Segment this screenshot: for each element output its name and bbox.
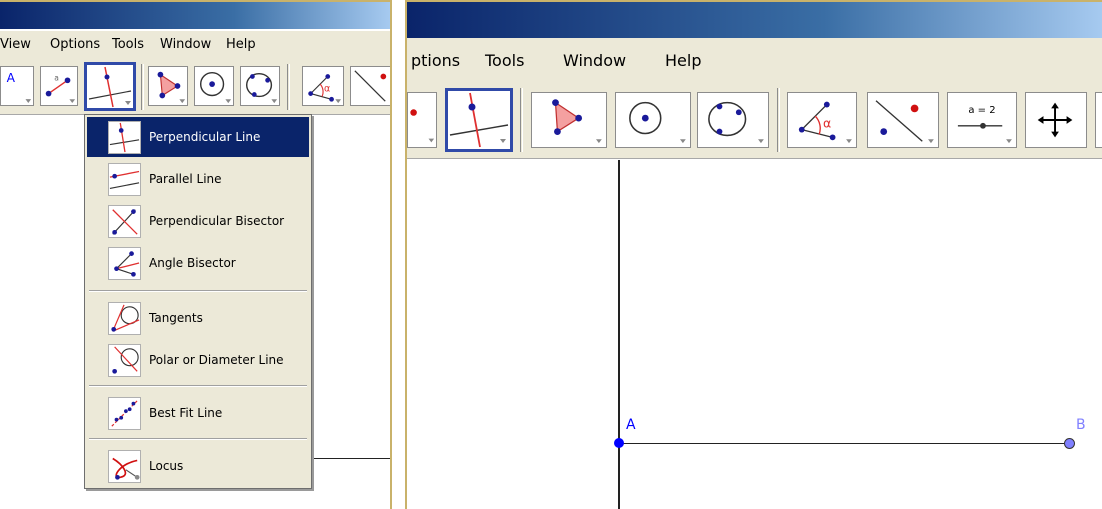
circle-through-three-points-icon — [245, 72, 278, 104]
segment-tool-button[interactable]: a — [40, 66, 78, 106]
dropdown-item-perpendicular-bisector[interactable]: Perpendicular Bisector — [87, 201, 309, 241]
locus-icon — [108, 450, 141, 483]
dropdown-item-label: Best Fit Line — [149, 406, 223, 420]
graphics-view[interactable]: A B — [407, 160, 1102, 509]
angle-tool-button[interactable]: α — [787, 92, 857, 148]
dropdown-item-parallel-line[interactable]: Parallel Line — [87, 159, 309, 199]
circle-with-center-icon — [199, 71, 232, 104]
next-tool-button[interactable] — [1095, 92, 1102, 148]
point-icon: A — [7, 71, 32, 103]
toolbar-separator — [520, 88, 523, 152]
reflect-tool-button[interactable] — [867, 92, 939, 148]
right-screenshot-panel: ptions Tools Window Help α a = 2 A B — [405, 0, 1102, 509]
reflect-icon — [354, 70, 387, 102]
dropdown-item-label: Locus — [149, 459, 184, 473]
reflect-icon — [875, 100, 934, 144]
slider-icon — [957, 122, 1012, 144]
dropdown-item-label: Tangents — [149, 311, 203, 325]
toolbar-separator — [777, 88, 780, 152]
slider-label: a = 2 — [968, 105, 996, 116]
point-a-label: A — [626, 417, 636, 433]
menu-help[interactable]: Help — [665, 51, 701, 70]
menu-help[interactable]: Help — [226, 37, 256, 52]
dropdown-item-locus[interactable]: Locus — [87, 446, 309, 486]
menu-options[interactable]: Options — [50, 37, 100, 52]
line-segment — [300, 458, 390, 459]
dropdown-separator — [89, 385, 307, 387]
svg-text:α: α — [324, 84, 330, 95]
menu-view[interactable]: View — [0, 37, 31, 52]
point-icon — [410, 109, 435, 143]
dropdown-item-label: Perpendicular Line — [149, 130, 261, 144]
parallel-line-icon — [108, 163, 141, 196]
svg-text:α: α — [823, 116, 831, 131]
point-b-label: B — [1076, 417, 1086, 433]
menu-bar: View Options Tools Window Help — [0, 31, 390, 58]
menu-bar: ptions Tools Window Help — [407, 38, 1102, 76]
dropdown-item-best-fit-line[interactable]: Best Fit Line — [87, 393, 309, 433]
dropdown-item-label: Polar or Diameter Line — [149, 353, 284, 367]
title-bar — [407, 2, 1102, 38]
circle-through-three-points-tool-button[interactable] — [240, 66, 280, 106]
best-fit-line-icon — [108, 397, 141, 430]
polar-line-icon — [108, 344, 141, 377]
menu-window[interactable]: Window — [563, 51, 626, 70]
left-screenshot-panel: View Options Tools Window Help A a α Per… — [0, 0, 392, 509]
angle-bisector-icon — [108, 247, 141, 280]
polygon-tool-button[interactable] — [148, 66, 188, 106]
perpendicular-line-icon — [108, 121, 141, 154]
polygon-tool-button[interactable] — [531, 92, 607, 148]
move-view-icon — [1037, 102, 1073, 138]
menu-tools[interactable]: Tools — [485, 51, 524, 70]
dropdown-item-tangents[interactable]: Tangents — [87, 298, 309, 338]
perpendicular-line-icon — [449, 92, 509, 148]
perpendicular-line — [618, 160, 620, 509]
point-a[interactable] — [614, 438, 624, 448]
dropdown-item-label: Perpendicular Bisector — [149, 214, 285, 228]
polygon-icon — [552, 99, 602, 144]
slider-tool-button[interactable]: a = 2 — [947, 92, 1017, 148]
toolbar-separator — [141, 64, 144, 110]
dropdown-item-polar-or-diameter-line[interactable]: Polar or Diameter Line — [87, 340, 309, 380]
circle-with-center-tool-button[interactable] — [194, 66, 234, 106]
circle-through-three-points-icon — [708, 101, 764, 144]
circle-through-three-points-tool-button[interactable] — [697, 92, 769, 148]
move-view-tool-button[interactable] — [1025, 92, 1087, 148]
perpendicular-line-tool-button[interactable] — [84, 62, 136, 111]
circle-with-center-tool-button[interactable] — [615, 92, 691, 148]
angle-tool-button[interactable]: α — [302, 66, 344, 106]
angle-icon: α — [798, 101, 852, 144]
title-bar — [0, 0, 390, 29]
tool-dropdown-menu: Perpendicular Line Parallel Line Perpend… — [84, 114, 312, 489]
dropdown-item-perpendicular-line[interactable]: Perpendicular Line — [87, 117, 309, 157]
tangents-icon — [108, 302, 141, 335]
dropdown-item-label: Angle Bisector — [149, 256, 236, 270]
toolbar: A a α — [0, 58, 390, 115]
dropdown-item-label: Parallel Line — [149, 172, 222, 186]
polygon-icon — [157, 71, 186, 104]
point-tool-button[interactable]: A — [0, 66, 34, 106]
segment-AB — [619, 443, 1069, 444]
menu-window[interactable]: Window — [160, 37, 211, 52]
dropdown-separator — [89, 290, 307, 292]
menu-tools[interactable]: Tools — [112, 37, 144, 52]
segment-icon: a — [45, 73, 76, 104]
dropdown-item-angle-bisector[interactable]: Angle Bisector — [87, 243, 309, 283]
svg-text:A: A — [7, 71, 16, 85]
svg-text:a: a — [54, 73, 59, 82]
perpendicular-bisector-icon — [108, 205, 141, 238]
circle-with-center-icon — [629, 101, 686, 144]
dropdown-separator — [89, 438, 307, 440]
angle-icon: α — [308, 74, 342, 104]
point-tool-button[interactable] — [407, 92, 437, 148]
menu-options[interactable]: ptions — [411, 51, 460, 70]
reflect-tool-button[interactable] — [350, 66, 390, 106]
perpendicular-line-icon — [88, 66, 132, 108]
perpendicular-line-tool-button[interactable] — [445, 88, 513, 152]
toolbar: α a = 2 — [407, 76, 1102, 159]
point-b[interactable] — [1064, 438, 1075, 449]
toolbar-separator — [287, 64, 290, 110]
